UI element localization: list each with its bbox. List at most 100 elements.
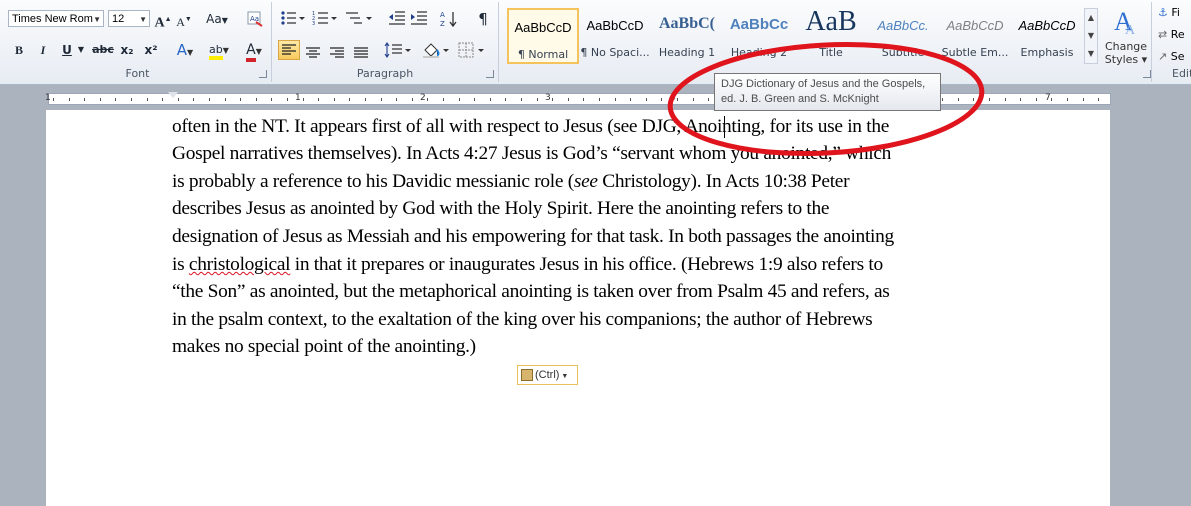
ruler-tick bbox=[646, 98, 647, 101]
style-sample: AaBbCc bbox=[729, 16, 789, 33]
ruler-tick bbox=[303, 98, 304, 101]
paragraph-line: is probably a reference to his Davidic m… bbox=[172, 171, 850, 193]
align-right-icon[interactable] bbox=[330, 44, 344, 63]
change-case-label: Aa bbox=[206, 12, 222, 26]
font-dialog-launcher[interactable] bbox=[259, 70, 267, 78]
font-color-button[interactable]: A▼ bbox=[240, 40, 268, 62]
paste-options-button[interactable]: (Ctrl) ▼ bbox=[517, 365, 578, 385]
font-size-value: 12 bbox=[112, 13, 125, 25]
gallery-more-icon[interactable]: ▼ bbox=[1085, 45, 1097, 63]
superscript-button[interactable]: x² bbox=[142, 40, 160, 60]
borders-icon[interactable] bbox=[458, 42, 488, 62]
line-spacing-icon[interactable] bbox=[384, 42, 412, 62]
ruler-tick bbox=[521, 98, 522, 101]
shrink-font-label: A bbox=[176, 15, 185, 29]
change-styles-button[interactable]: AA Change Styles ▾ bbox=[1103, 6, 1149, 68]
ruler-indent-marker[interactable] bbox=[168, 92, 178, 98]
style-name: Emphasis bbox=[1020, 46, 1074, 59]
decrease-indent-icon[interactable] bbox=[388, 10, 406, 30]
change-case-button[interactable]: Aa▼ bbox=[204, 9, 230, 29]
text-run: in that it prepares or inaugurates Jesus… bbox=[290, 254, 883, 275]
style-heading-1[interactable]: AaBbC( Heading 1 bbox=[651, 8, 723, 64]
ruler-tick bbox=[1020, 98, 1021, 101]
find-button[interactable]: ⚓ Fi bbox=[1158, 6, 1180, 19]
text-run: Christology). In Acts 10:38 Peter bbox=[597, 171, 850, 192]
underline-button[interactable]: U bbox=[58, 40, 76, 60]
subscript-button[interactable]: x₂ bbox=[118, 40, 136, 60]
style-heading-2[interactable]: AaBbCc Heading 2 bbox=[723, 8, 795, 64]
text-effects-button[interactable]: A▼ bbox=[172, 40, 198, 60]
style-subtitle[interactable]: AaBbCc. Subtitle bbox=[867, 8, 939, 64]
styles-dialog-launcher[interactable] bbox=[1143, 70, 1151, 78]
grow-font-button[interactable]: A▲ bbox=[154, 9, 172, 31]
style-title[interactable]: AaB Title bbox=[795, 6, 867, 64]
ruler-tick bbox=[84, 98, 85, 101]
align-center-icon[interactable] bbox=[306, 44, 320, 63]
ruler-tick bbox=[490, 98, 491, 101]
scroll-down-icon[interactable]: ▼ bbox=[1085, 27, 1097, 45]
scroll-up-icon[interactable]: ▲ bbox=[1085, 9, 1097, 27]
highlight-button[interactable]: ab▼ bbox=[205, 40, 233, 60]
editing-group: ⚓ Fi ⇄ Re ↗ Se Edit bbox=[1151, 2, 1191, 82]
style-subtle-emphasis[interactable]: AaBbCcD Subtle Em... bbox=[939, 8, 1011, 64]
strikethrough-button[interactable]: abc bbox=[90, 40, 116, 60]
ruler-tick bbox=[396, 98, 397, 101]
ruler-tick bbox=[53, 98, 54, 101]
ruler-tick bbox=[209, 98, 210, 101]
style-name: Subtitle bbox=[881, 46, 925, 59]
ruler-number: 3 bbox=[545, 93, 551, 103]
tooltip-line: ed. J. B. Green and S. McKnight bbox=[721, 93, 879, 105]
document-page[interactable] bbox=[46, 110, 1110, 506]
justify-icon[interactable] bbox=[354, 44, 368, 63]
paragraph-line: in the psalm context, to the exaltation … bbox=[172, 309, 873, 330]
svg-text:A: A bbox=[440, 11, 445, 19]
sort-icon[interactable]: AZ bbox=[440, 10, 458, 32]
ruler-tick bbox=[599, 98, 600, 101]
numbering-icon[interactable]: 123 bbox=[312, 10, 338, 30]
shrink-font-button[interactable]: A▼ bbox=[175, 9, 193, 29]
clear-formatting-icon[interactable]: Aa bbox=[246, 10, 264, 28]
text-run-italic: see bbox=[573, 171, 598, 192]
tooltip-line: DJG Dictionary of Jesus and the Gospels, bbox=[721, 78, 926, 90]
multilevel-list-icon[interactable] bbox=[344, 10, 374, 30]
styles-gallery-scroll[interactable]: ▲ ▼ ▼ bbox=[1084, 8, 1098, 64]
select-button[interactable]: ↗ Se bbox=[1158, 50, 1184, 63]
svg-text:Z: Z bbox=[440, 20, 445, 28]
show-formatting-marks-button[interactable]: ¶ bbox=[474, 9, 492, 29]
style-name: ¶ Normal bbox=[517, 48, 569, 61]
ruler-tick bbox=[474, 98, 475, 101]
select-icon: ↗ bbox=[1158, 50, 1168, 63]
style-normal[interactable]: AaBbCcD ¶ Normal bbox=[507, 8, 579, 64]
increase-indent-icon[interactable] bbox=[410, 10, 428, 30]
text-effects-label: A bbox=[176, 41, 188, 59]
ruler-tick bbox=[147, 98, 148, 101]
ruler-number: 4 bbox=[670, 93, 676, 103]
paragraph-dialog-launcher[interactable] bbox=[486, 70, 494, 78]
ruler-tick bbox=[334, 98, 335, 101]
bullets-icon[interactable] bbox=[280, 10, 306, 30]
paragraph-line: often in the NT. It appears first of all… bbox=[172, 116, 890, 137]
style-no-spacing[interactable]: AaBbCcD ¶ No Spaci... bbox=[579, 8, 651, 64]
shading-icon[interactable] bbox=[422, 42, 452, 62]
paragraph-line: Gospel narratives themselves). In Acts 4… bbox=[172, 143, 892, 164]
ruler-tick bbox=[115, 98, 116, 101]
ruler-tick bbox=[318, 98, 319, 101]
svg-text:Aa: Aa bbox=[250, 15, 259, 23]
font-group: Times New Rom ▼ 12 ▼ A▲ A▼ Aa▼ Aa B I U … bbox=[4, 2, 272, 82]
style-name: Heading 1 bbox=[658, 46, 716, 59]
horizontal-ruler[interactable]: 1 1 2 3 4 5 6 7 bbox=[45, 92, 1111, 105]
chevron-down-icon: ▼ bbox=[139, 15, 147, 24]
bold-button[interactable]: B bbox=[10, 40, 28, 60]
ruler-tick bbox=[973, 98, 974, 101]
paragraph-group-label: Paragraph bbox=[356, 67, 414, 80]
font-size-combo[interactable]: 12 ▼ bbox=[108, 10, 150, 27]
font-color-label: A bbox=[246, 42, 256, 62]
font-name-combo[interactable]: Times New Rom ▼ bbox=[8, 10, 104, 27]
font-name-value: Times New Rom bbox=[12, 13, 93, 25]
italic-button[interactable]: I bbox=[34, 40, 52, 60]
align-left-button[interactable] bbox=[278, 40, 300, 60]
style-emphasis[interactable]: AaBbCcD Emphasis bbox=[1011, 8, 1083, 64]
replace-button[interactable]: ⇄ Re bbox=[1158, 28, 1185, 41]
underline-dropdown[interactable]: ▼ bbox=[76, 40, 86, 60]
spelling-error-word[interactable]: christological bbox=[189, 254, 291, 275]
